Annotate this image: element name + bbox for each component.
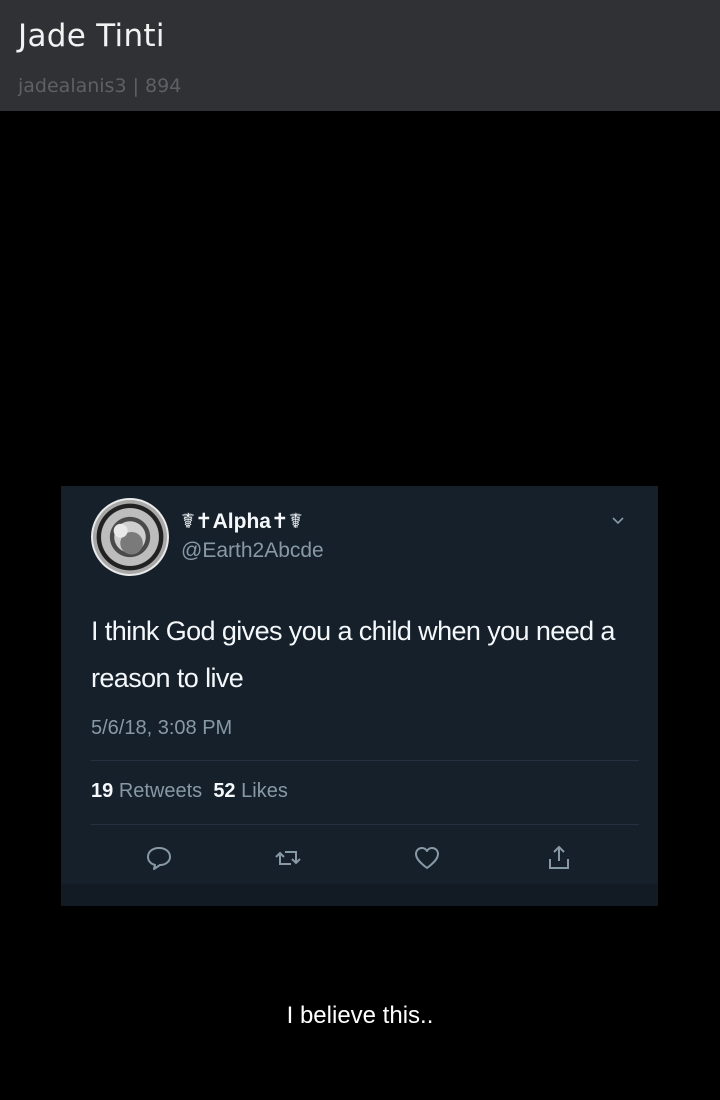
- tweet-display-name[interactable]: ☤✝Alpha✝☤: [181, 509, 303, 534]
- chevron-down-icon[interactable]: [611, 514, 625, 528]
- reply-icon[interactable]: [144, 843, 174, 873]
- tweet-stats: 19 Retweets 52 Likes: [91, 780, 288, 803]
- share-icon[interactable]: [544, 843, 574, 873]
- retweet-label[interactable]: Retweets: [119, 780, 202, 802]
- heart-icon[interactable]: [412, 843, 442, 873]
- author-meta: jadealanis3 | 894: [18, 75, 182, 97]
- retweet-icon[interactable]: [273, 843, 303, 873]
- story-caption: I believe this..: [286, 1002, 434, 1029]
- tweet-text: I think God gives you a child when you n…: [91, 616, 615, 693]
- like-label[interactable]: Likes: [241, 780, 288, 802]
- author-name[interactable]: Jade Tinti: [18, 18, 165, 54]
- tweet-timestamp: 5/6/18, 3:08 PM: [91, 717, 233, 739]
- divider: [91, 824, 639, 825]
- tweet-handle[interactable]: @Earth2Abcde: [181, 539, 324, 563]
- divider: [91, 760, 639, 761]
- tweet-footer: [61, 884, 658, 906]
- avatar[interactable]: [91, 498, 169, 576]
- story-header: Jade Tinti jadealanis3 | 894: [0, 0, 720, 111]
- tweet-card: ☤✝Alpha✝☤ @Earth2Abcde I think God gives…: [61, 486, 658, 906]
- like-count[interactable]: 52: [213, 780, 235, 802]
- retweet-count[interactable]: 19: [91, 780, 113, 802]
